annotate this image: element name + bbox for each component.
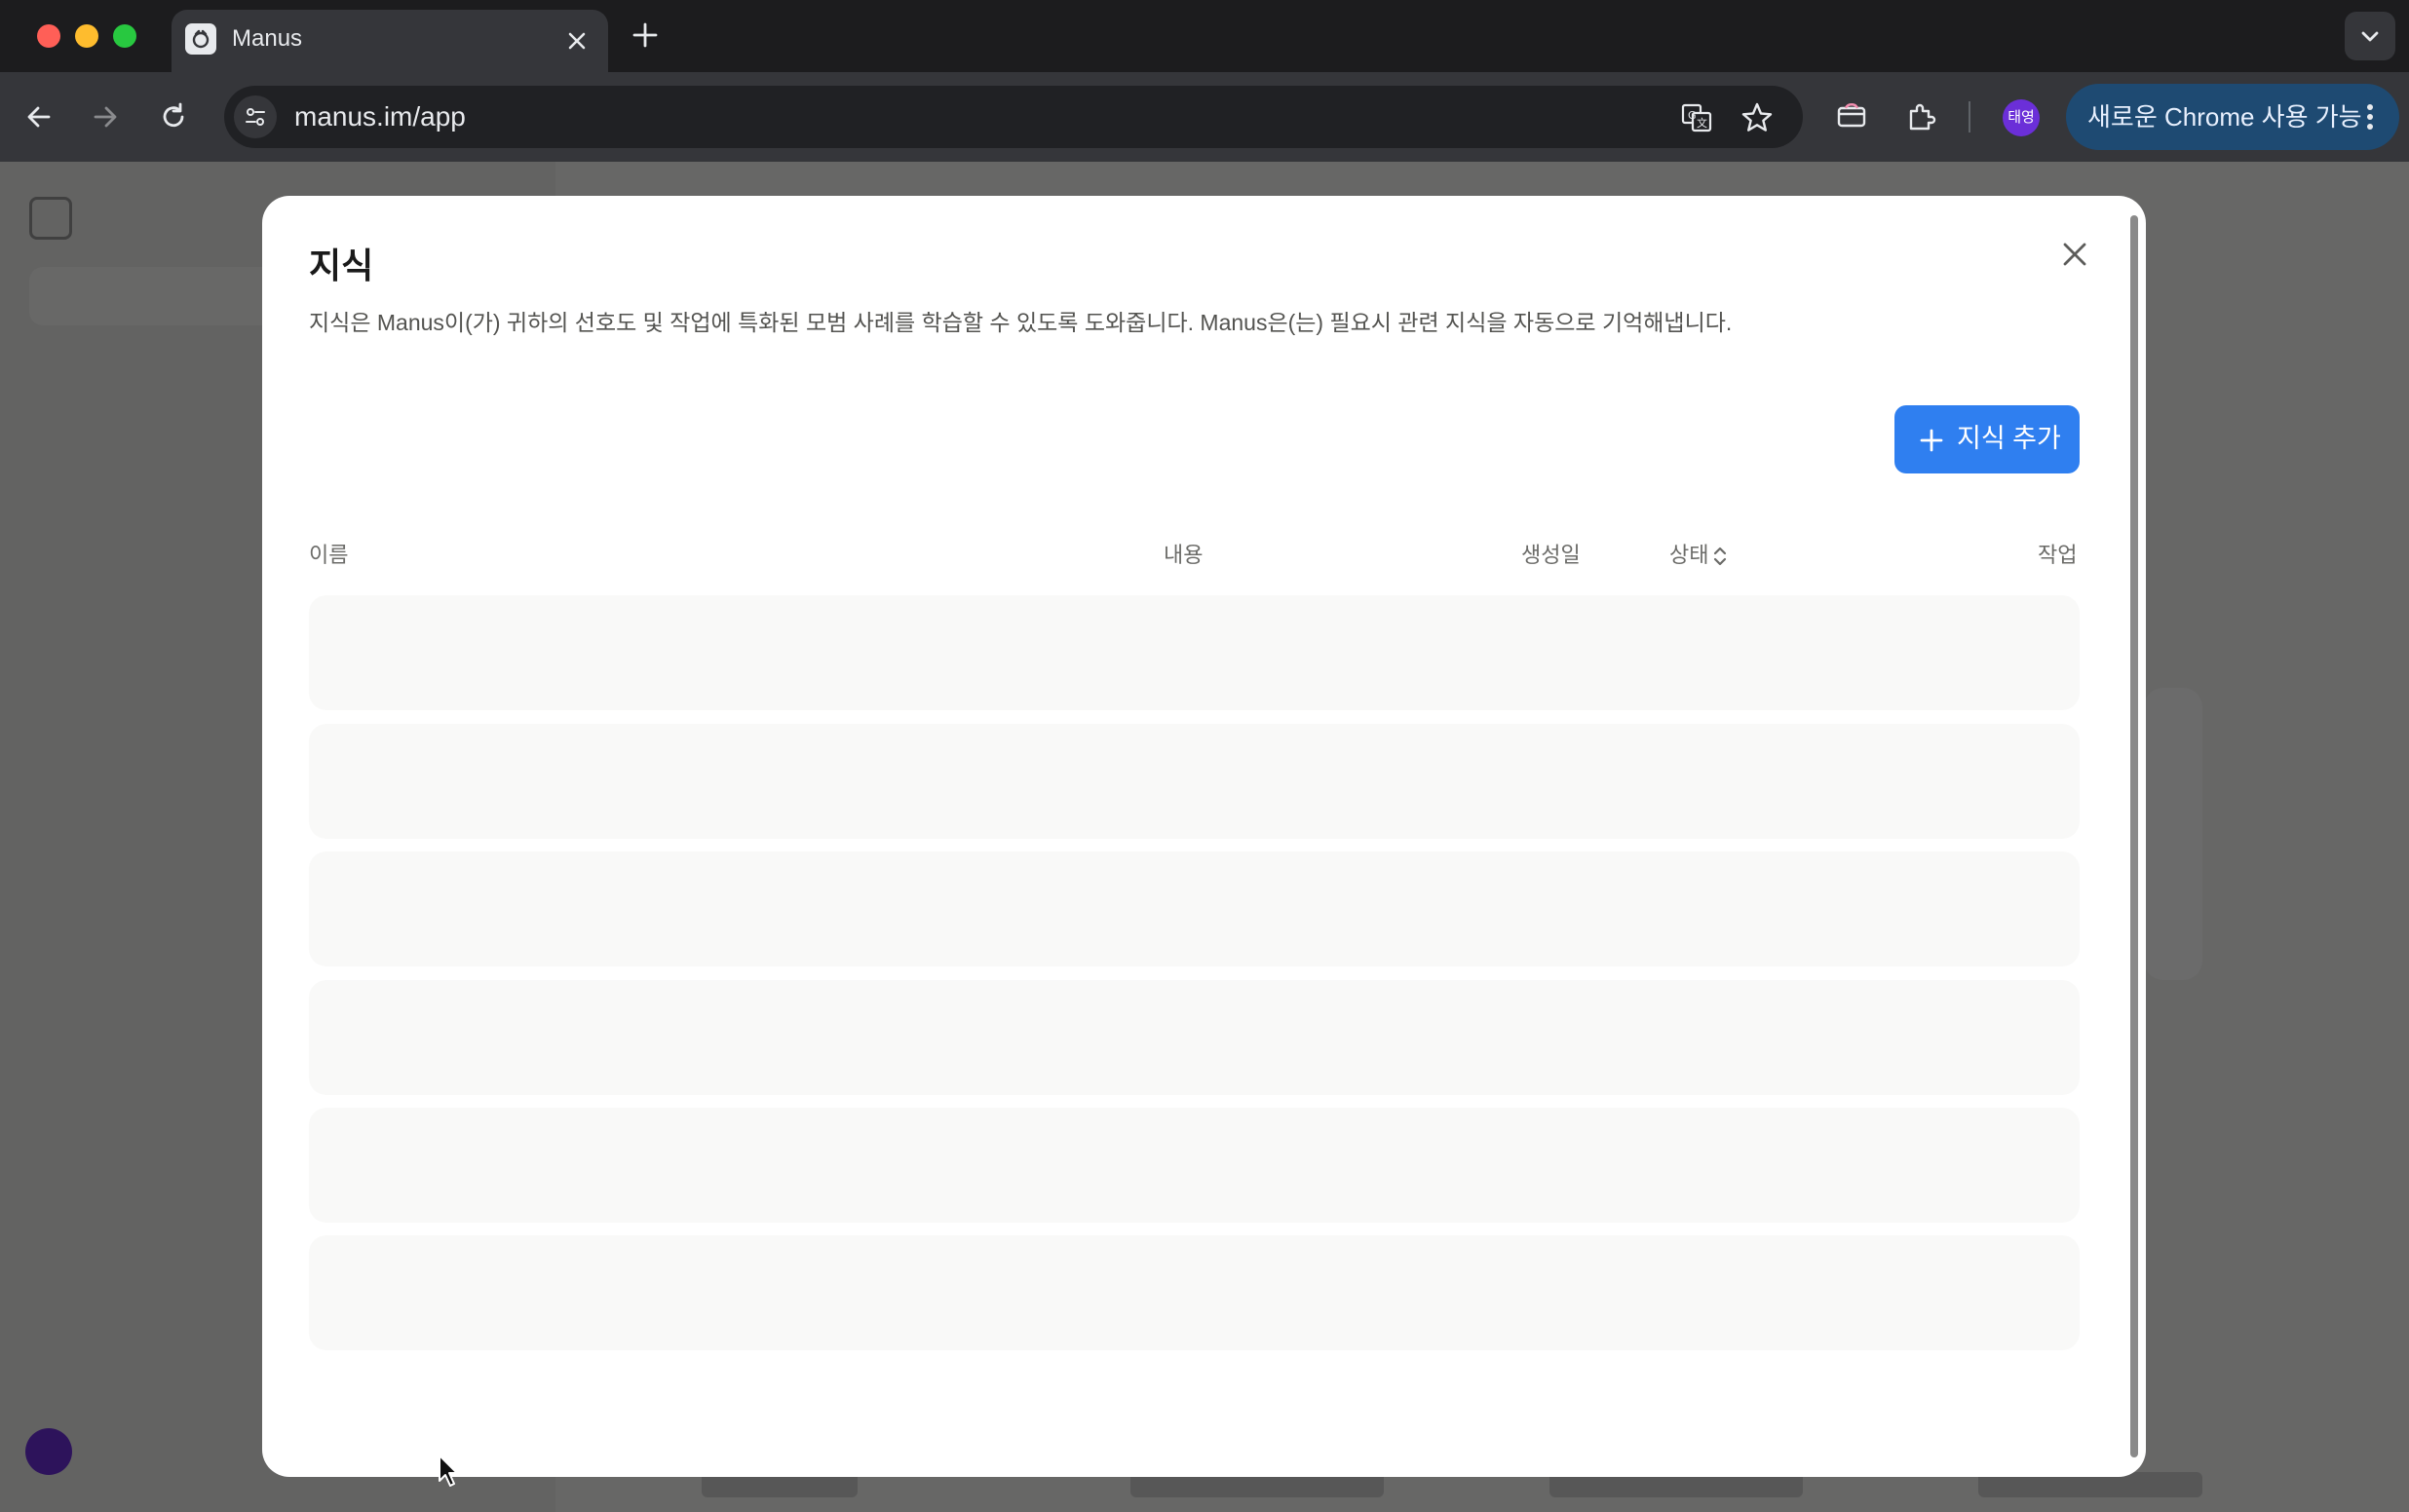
- reload-icon[interactable]: [158, 101, 189, 132]
- column-header-actions: 작업: [2038, 543, 2078, 567]
- translate-icon[interactable]: G 文: [1680, 101, 1713, 134]
- column-header-created: 생성일: [1521, 543, 1581, 567]
- loading-row-skeleton: [309, 1235, 2080, 1350]
- site-info-button[interactable]: [234, 95, 277, 138]
- profile-avatar[interactable]: 태영: [2003, 99, 2040, 136]
- browser-window: Manus manus.im/app G 文 태영 새로운 Chrome 사용 …: [0, 0, 2409, 1512]
- sort-icon[interactable]: [1712, 546, 1728, 567]
- minimize-window-button[interactable]: [75, 24, 98, 48]
- tab-strip: Manus: [0, 0, 2409, 72]
- back-icon[interactable]: [23, 101, 55, 132]
- knowledge-modal: 지식 지식은 Manus이(가) 귀하의 선호도 및 작업에 특화된 모범 사례…: [262, 196, 2146, 1477]
- update-label: 새로운 Chrome 사용 가능: [2087, 102, 2362, 132]
- plus-icon: [1920, 429, 1943, 452]
- modal-title: 지식: [309, 246, 374, 285]
- add-knowledge-label: 지식 추가: [1957, 424, 2061, 453]
- tune-icon: [246, 108, 265, 126]
- manus-favicon-icon: [185, 23, 216, 55]
- chevron-down-icon: [2361, 31, 2379, 42]
- new-tab-icon[interactable]: [631, 21, 659, 49]
- forward-icon[interactable]: [90, 101, 121, 132]
- loading-row-skeleton: [309, 851, 2080, 966]
- close-tab-icon[interactable]: [565, 29, 589, 53]
- column-header-status[interactable]: 상태: [1669, 541, 1728, 570]
- svg-text:文: 文: [1697, 116, 1707, 130]
- cast-media-icon[interactable]: [1834, 99, 1869, 134]
- browser-tab[interactable]: Manus: [172, 10, 608, 72]
- more-vert-icon[interactable]: [2364, 103, 2376, 131]
- add-knowledge-button[interactable]: 지식 추가: [1894, 405, 2080, 473]
- column-header-content: 내용: [1164, 543, 1204, 567]
- chrome-update-button[interactable]: 새로운 Chrome 사용 가능: [2066, 84, 2399, 150]
- address-bar[interactable]: manus.im/app G 文: [224, 86, 1803, 148]
- toolbar-divider: [1969, 101, 1970, 132]
- url-text: manus.im/app: [294, 101, 466, 132]
- modal-scrollbar[interactable]: [2128, 215, 2138, 1457]
- mouse-cursor-icon: [439, 1455, 458, 1487]
- close-icon[interactable]: [2053, 233, 2096, 276]
- tab-search-button[interactable]: [2345, 12, 2395, 60]
- loading-row-skeleton: [309, 980, 2080, 1095]
- bookmark-star-icon[interactable]: [1740, 101, 1774, 134]
- column-header-name: 이름: [309, 543, 349, 567]
- loading-row-skeleton: [309, 595, 2080, 710]
- scrollbar-thumb[interactable]: [2130, 215, 2138, 1457]
- loading-row-skeleton: [309, 1108, 2080, 1223]
- svg-text:G: G: [1688, 109, 1697, 122]
- status-header-label: 상태: [1669, 543, 1709, 567]
- browser-toolbar: manus.im/app G 文 태영 새로운 Chrome 사용 가능: [0, 72, 2409, 162]
- close-window-button[interactable]: [37, 24, 60, 48]
- extensions-puzzle-icon[interactable]: [1904, 99, 1939, 134]
- tab-title: Manus: [232, 25, 303, 52]
- loading-row-skeleton: [309, 724, 2080, 839]
- modal-description: 지식은 Manus이(가) 귀하의 선호도 및 작업에 특화된 모범 사례를 학…: [309, 310, 1733, 335]
- maximize-window-button[interactable]: [113, 24, 136, 48]
